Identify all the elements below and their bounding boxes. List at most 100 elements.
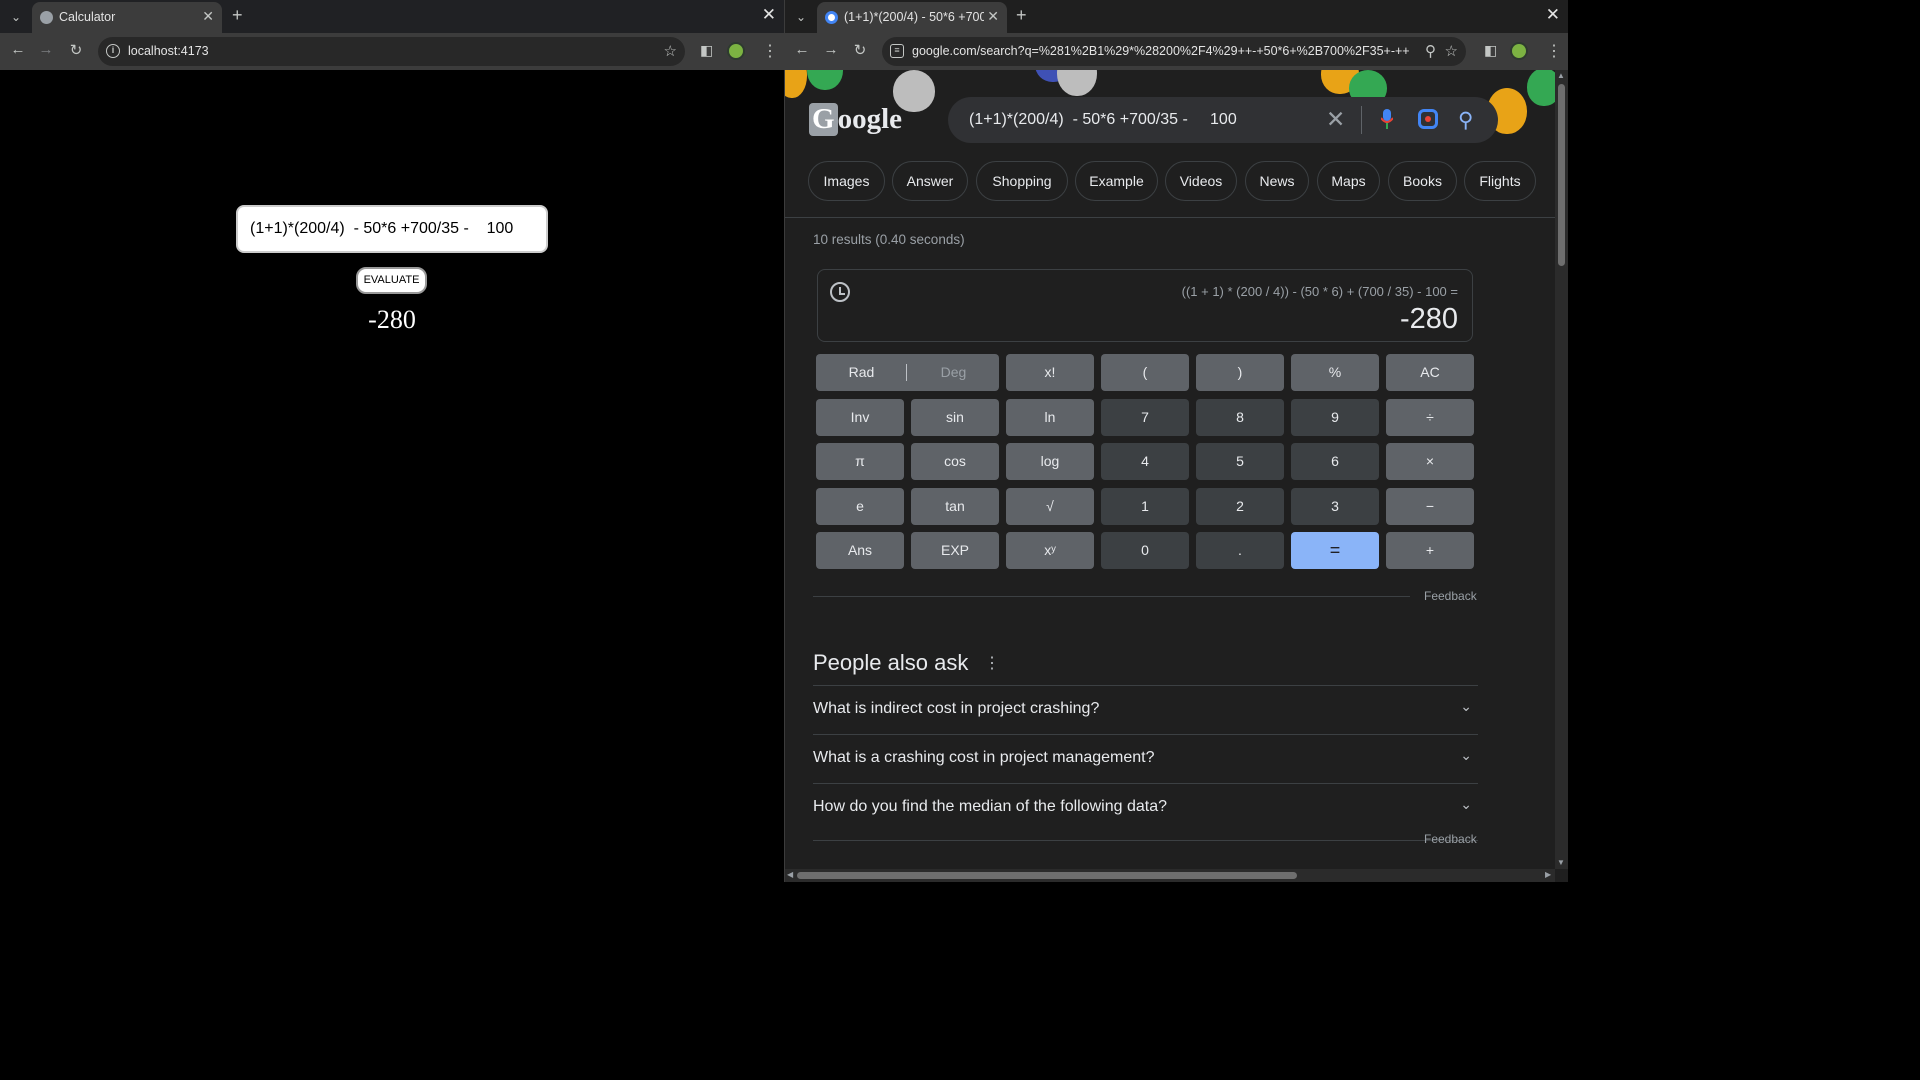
back-icon[interactable]: ←	[8, 41, 28, 58]
key-3[interactable]: 3	[1291, 488, 1379, 525]
scroll-right-icon[interactable]: ▶	[1545, 870, 1551, 879]
key-7[interactable]: 7	[1101, 399, 1189, 436]
profile-avatar[interactable]	[1510, 42, 1528, 60]
google-logo[interactable]: Google	[809, 103, 902, 136]
key-1[interactable]: 1	[1101, 488, 1189, 525]
menu-kebab-icon[interactable]: ⋮	[1546, 41, 1562, 61]
chip-news[interactable]: News	[1245, 161, 1309, 201]
address-bar[interactable]: i localhost:4173 ☆	[98, 37, 685, 66]
address-bar[interactable]: ≡ google.com/search?q=%281%2B1%29*%28200…	[882, 37, 1466, 66]
key-0[interactable]: 0	[1101, 532, 1189, 569]
voice-search-icon[interactable]	[1381, 109, 1393, 129]
angle-mode-toggle[interactable]: Rad Deg	[816, 354, 999, 391]
rad-button[interactable]: Rad	[816, 354, 907, 391]
equals-key[interactable]: =	[1291, 532, 1379, 569]
new-tab-icon[interactable]: +	[1016, 5, 1027, 26]
toolbar: ← → ↻ ≡ google.com/search?q=%281%2B1%29*…	[785, 33, 1568, 70]
feedback-link[interactable]: Feedback	[1424, 589, 1477, 603]
tab-search-dropdown-icon[interactable]: ⌄	[6, 7, 26, 27]
evaluate-button[interactable]: EVALUATE	[356, 267, 427, 294]
close-tab-icon[interactable]: ✕	[987, 8, 999, 25]
power-key[interactable]: xʸ	[1006, 532, 1094, 569]
log-key[interactable]: log	[1006, 443, 1094, 480]
cos-key[interactable]: cos	[911, 443, 999, 480]
exp-key[interactable]: EXP	[911, 532, 999, 569]
close-window-icon[interactable]: ✕	[1546, 5, 1560, 25]
plus-key[interactable]: +	[1386, 532, 1474, 569]
sqrt-key[interactable]: √	[1006, 488, 1094, 525]
key-9[interactable]: 9	[1291, 399, 1379, 436]
ans-key[interactable]: Ans	[816, 532, 904, 569]
clear-search-icon[interactable]: ✕	[1326, 106, 1345, 133]
scroll-up-icon[interactable]: ▲	[1557, 71, 1565, 80]
pi-key[interactable]: π	[816, 443, 904, 480]
scroll-down-icon[interactable]: ▼	[1557, 858, 1565, 867]
menu-kebab-icon[interactable]: ⋮	[762, 41, 778, 61]
forward-icon[interactable]: →	[821, 41, 841, 58]
chip-videos[interactable]: Videos	[1165, 161, 1237, 201]
chip-answer[interactable]: Answer	[892, 161, 968, 201]
all-clear-key[interactable]: AC	[1386, 354, 1474, 391]
chip-books[interactable]: Books	[1388, 161, 1457, 201]
e-key[interactable]: e	[816, 488, 904, 525]
paa-question[interactable]: What is a crashing cost in project manag…	[813, 734, 1478, 783]
paa-question[interactable]: What is indirect cost in project crashin…	[813, 685, 1478, 734]
left-paren-key[interactable]: (	[1101, 354, 1189, 391]
profile-avatar[interactable]	[727, 42, 745, 60]
search-input[interactable]: (1+1)*(200/4) - 50*6 +700/35 - 100	[969, 111, 1237, 129]
scrollbar-thumb[interactable]	[797, 872, 1297, 879]
tab-search-dropdown-icon[interactable]: ⌄	[791, 7, 811, 27]
search-icon[interactable]: ⚲	[1458, 108, 1473, 133]
chip-example[interactable]: Example	[1075, 161, 1158, 201]
key-8[interactable]: 8	[1196, 399, 1284, 436]
minus-key[interactable]: −	[1386, 488, 1474, 525]
horizontal-scrollbar[interactable]: ◀ ▶	[785, 869, 1555, 882]
bookmark-star-icon[interactable]: ☆	[664, 42, 677, 60]
factorial-key[interactable]: x!	[1006, 354, 1094, 391]
percent-key[interactable]: %	[1291, 354, 1379, 391]
ln-key[interactable]: ln	[1006, 399, 1094, 436]
reload-icon[interactable]: ↻	[66, 41, 86, 59]
search-box[interactable]: (1+1)*(200/4) - 50*6 +700/35 - 100 ✕ ⚲	[948, 97, 1498, 143]
vertical-scrollbar[interactable]: ▲ ▼	[1555, 70, 1568, 869]
key-4[interactable]: 4	[1101, 443, 1189, 480]
bookmark-star-icon[interactable]: ☆	[1445, 42, 1458, 60]
google-lens-icon[interactable]	[1418, 109, 1438, 129]
divide-key[interactable]: ÷	[1386, 399, 1474, 436]
tan-key[interactable]: tan	[911, 488, 999, 525]
side-panel-icon[interactable]: ◧	[1484, 42, 1497, 59]
chip-maps[interactable]: Maps	[1317, 161, 1380, 201]
decimal-key[interactable]: .	[1196, 532, 1284, 569]
zoom-icon[interactable]: ⚲	[1425, 42, 1436, 60]
reload-icon[interactable]: ↻	[850, 41, 870, 59]
scroll-left-icon[interactable]: ◀	[787, 870, 793, 879]
site-settings-icon[interactable]: ≡	[890, 44, 904, 58]
tab-google-search[interactable]: (1+1)*(200/4) - 50*6 +700/35 - 100 - Goo…	[817, 2, 1007, 33]
history-icon[interactable]	[830, 282, 850, 302]
feedback-link[interactable]: Feedback	[1424, 832, 1477, 846]
expression-input[interactable]: (1+1)*(200/4) - 50*6 +700/35 - 100	[236, 205, 548, 253]
google-favicon-icon	[825, 11, 838, 24]
deg-button[interactable]: Deg	[908, 354, 999, 391]
right-paren-key[interactable]: )	[1196, 354, 1284, 391]
chip-flights[interactable]: Flights	[1464, 161, 1536, 201]
tab-calculator[interactable]: Calculator ✕	[32, 2, 222, 33]
key-2[interactable]: 2	[1196, 488, 1284, 525]
chip-images[interactable]: Images	[808, 161, 885, 201]
more-options-icon[interactable]: ⋮	[984, 653, 1000, 673]
close-tab-icon[interactable]: ✕	[202, 8, 214, 25]
paa-question[interactable]: How do you find the median of the follow…	[813, 783, 1478, 832]
info-icon[interactable]: i	[106, 44, 120, 58]
key-6[interactable]: 6	[1291, 443, 1379, 480]
back-icon[interactable]: ←	[792, 41, 812, 58]
side-panel-icon[interactable]: ◧	[700, 42, 713, 59]
multiply-key[interactable]: ×	[1386, 443, 1474, 480]
new-tab-icon[interactable]: +	[232, 5, 243, 26]
key-5[interactable]: 5	[1196, 443, 1284, 480]
forward-icon[interactable]: →	[36, 41, 56, 58]
close-window-icon[interactable]: ✕	[762, 5, 776, 25]
sin-key[interactable]: sin	[911, 399, 999, 436]
inverse-key[interactable]: Inv	[816, 399, 904, 436]
scrollbar-thumb[interactable]	[1558, 84, 1565, 266]
chip-shopping[interactable]: Shopping	[976, 161, 1068, 201]
